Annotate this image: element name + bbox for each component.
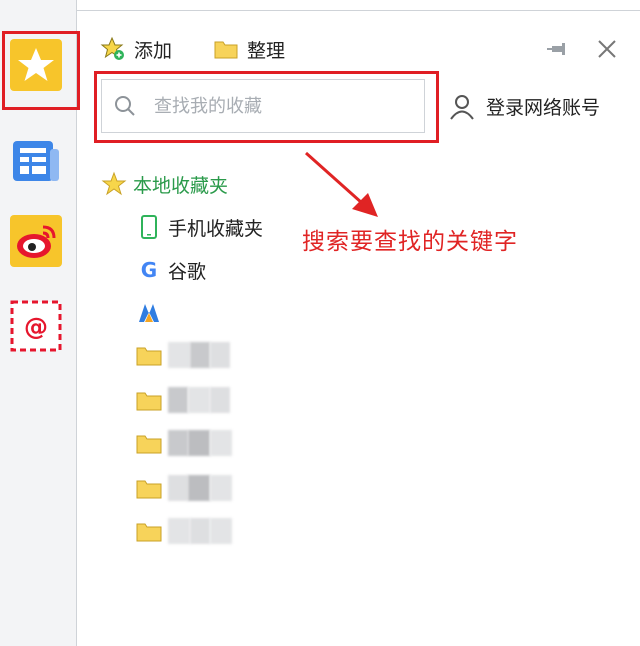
weibo-tab-button[interactable] xyxy=(10,215,62,267)
folder-icon xyxy=(136,347,162,366)
add-favorite-button[interactable]: 添加 xyxy=(100,35,172,63)
redacted-label xyxy=(190,342,210,368)
folder-icon xyxy=(136,435,162,454)
manage-label: 整理 xyxy=(247,39,286,62)
redacted-label xyxy=(168,342,190,368)
annotation-arrow xyxy=(305,151,378,217)
list-item-label: 谷歌 xyxy=(168,260,207,283)
list-item-folder[interactable] xyxy=(136,515,232,547)
app-logo-icon xyxy=(139,304,159,322)
star-icon xyxy=(101,171,127,196)
phone-icon xyxy=(141,215,157,239)
search-box[interactable] xyxy=(101,79,425,133)
folder-icon xyxy=(136,392,162,411)
annotation-text: 搜索要查找的关键字 xyxy=(302,229,518,255)
redacted-label xyxy=(210,387,230,413)
list-item-label: 手机收藏夹 xyxy=(168,217,264,240)
redacted-label xyxy=(168,475,188,501)
google-icon: G xyxy=(141,258,157,282)
close-icon[interactable] xyxy=(595,37,619,61)
list-item-folder[interactable] xyxy=(136,427,232,459)
news-tab-button[interactable] xyxy=(10,135,62,187)
user-icon xyxy=(450,95,474,120)
list-item-folder[interactable] xyxy=(136,472,232,504)
redacted-label xyxy=(210,430,232,456)
list-item-phone-favorites[interactable]: 手机收藏夹 xyxy=(136,211,263,243)
redacted-label xyxy=(210,518,232,544)
folder-icon xyxy=(136,480,162,499)
pin-icon[interactable] xyxy=(547,37,571,61)
search-input[interactable] xyxy=(154,91,404,121)
list-item-folder[interactable] xyxy=(136,339,230,371)
list-item-google[interactable]: G 谷歌 xyxy=(136,254,206,286)
mail-tab-button[interactable]: @ xyxy=(10,300,62,352)
news-icon xyxy=(13,141,59,181)
login-link[interactable]: 登录网络账号 xyxy=(448,90,600,122)
star-plus-icon xyxy=(100,36,124,60)
svg-text:@: @ xyxy=(24,313,48,341)
redacted-label xyxy=(168,518,190,544)
redacted-label xyxy=(168,430,188,456)
redacted-label xyxy=(210,475,232,501)
add-label: 添加 xyxy=(134,39,173,62)
redacted-label xyxy=(188,387,210,413)
weibo-icon xyxy=(10,215,62,267)
star-icon xyxy=(18,48,54,81)
top-border xyxy=(76,10,640,11)
email-icon: @ xyxy=(10,300,62,352)
redacted-label xyxy=(188,475,210,501)
list-item-app[interactable] xyxy=(136,297,168,329)
list-item-folder[interactable] xyxy=(136,384,230,416)
folder-icon xyxy=(214,41,238,59)
manage-favorites-button[interactable]: 整理 xyxy=(213,35,285,63)
favorites-tab-button[interactable] xyxy=(10,39,62,91)
sidebar-rail: @ xyxy=(0,0,77,646)
redacted-label xyxy=(188,430,210,456)
login-label: 登录网络账号 xyxy=(486,96,601,119)
svg-text:G: G xyxy=(141,258,157,282)
redacted-label xyxy=(168,387,188,413)
local-favorites-folder[interactable]: 本地收藏夹 xyxy=(101,170,228,198)
search-icon xyxy=(115,96,135,116)
redacted-label xyxy=(190,518,210,544)
redacted-label xyxy=(210,342,230,368)
local-favorites-label: 本地收藏夹 xyxy=(133,174,229,197)
folder-icon xyxy=(136,523,162,542)
